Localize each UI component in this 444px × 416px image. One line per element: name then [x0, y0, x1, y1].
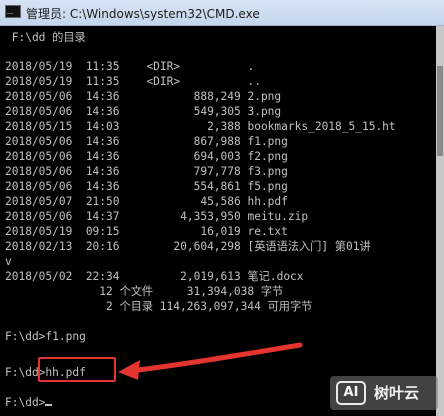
console-line: 2018/05/07 21:50 45,586 hh.pdf — [5, 195, 288, 208]
watermark-badge: AI — [336, 381, 366, 405]
prompt-line[interactable]: F:\dd> — [5, 396, 53, 409]
console-line: 2018/05/06 14:37 4,353,950 meitu.zip — [5, 210, 309, 223]
console-line: 2018/05/02 22:34 2,019,613 笔记.docx — [5, 270, 304, 283]
console-line: 2018/05/06 14:36 554,861 f5.png — [5, 180, 288, 193]
console-line: 2018/05/19 09:15 16,019 re.txt — [5, 225, 288, 238]
prompt-text: F:\dd> — [5, 396, 46, 409]
console-line: v — [5, 255, 12, 268]
cmd-window: _ 管理员: C:\Windows\system32\CMD.exe F:\dd… — [0, 0, 444, 416]
title-bar[interactable]: _ 管理员: C:\Windows\system32\CMD.exe — [0, 0, 444, 26]
vertical-scrollbar[interactable] — [436, 26, 444, 416]
cmd-icon: _ — [5, 3, 21, 18]
console-line: 2 个目录 114,263,097,344 可用字节 — [5, 300, 313, 313]
console-line: 2018/05/15 14:03 2,388 bookmarks_2018_5_… — [5, 120, 396, 133]
scrollbar-thumb[interactable] — [437, 66, 443, 156]
watermark-logo: AI 树叶云 — [330, 376, 438, 410]
console-line: 2018/05/19 11:35 <DIR> .. — [5, 75, 261, 88]
highlight-box — [38, 357, 116, 382]
console-line: 2018/05/06 14:36 867,988 f1.png — [5, 135, 288, 148]
console-line: 2018/05/06 14:36 694,003 f2.png — [5, 150, 288, 163]
console-line: F:\dd>f1.png — [5, 330, 86, 343]
window-title: 管理员: C:\Windows\system32\CMD.exe — [26, 7, 260, 21]
console-line: 2018/02/13 20:16 20,604,298 [英语语法入门] 第01… — [5, 240, 371, 253]
console-line: 12 个文件 31,394,038 字节 — [5, 285, 284, 298]
console-line: 2018/05/06 14:36 549,305 3.png — [5, 105, 282, 118]
console-line: 2018/05/19 11:35 <DIR> . — [5, 60, 255, 73]
text-cursor — [45, 404, 53, 406]
console-line: 2018/05/06 14:36 888,249 2.png — [5, 90, 282, 103]
console-line: 2018/05/06 14:36 797,778 f3.png — [5, 165, 288, 178]
watermark-text: 树叶云 — [374, 384, 420, 402]
console-line: F:\dd 的目录 — [5, 31, 86, 44]
